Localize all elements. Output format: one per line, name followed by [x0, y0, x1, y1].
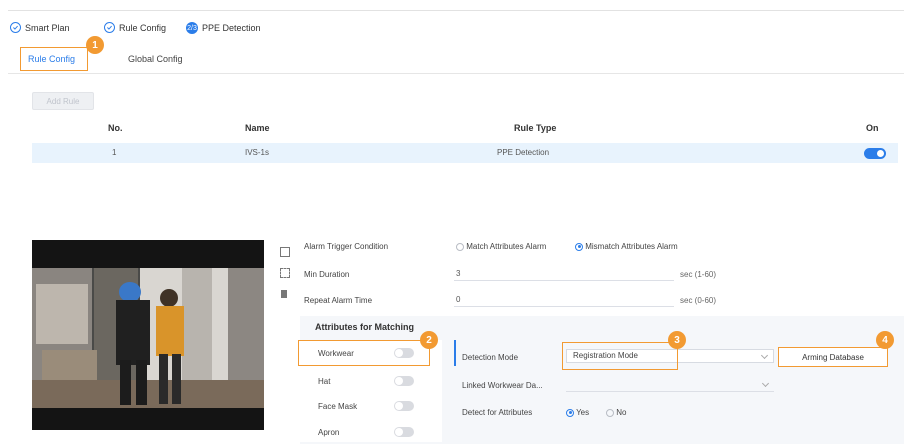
active-attribute-indicator: [454, 340, 456, 366]
tabs-divider: [8, 73, 904, 74]
min-duration-label: Min Duration: [304, 270, 350, 279]
hat-toggle[interactable]: [394, 376, 414, 386]
repeat-alarm-label: Repeat Alarm Time: [304, 296, 373, 305]
repeat-alarm-unit: sec (0-60): [680, 296, 717, 305]
attribute-label-apron: Apron: [318, 428, 340, 437]
detection-mode-label: Detection Mode: [462, 353, 519, 362]
delete-icon[interactable]: [281, 290, 287, 298]
row-name: IVS-1s: [245, 148, 270, 157]
alarm-option-mismatch[interactable]: Mismatch Attributes Alarm: [575, 242, 678, 251]
add-rule-button[interactable]: Add Rule: [32, 92, 94, 110]
callout-4: 4: [876, 331, 894, 349]
check-circle-icon: [104, 22, 115, 33]
step-number-badge: 2/3: [186, 22, 198, 34]
detect-option-label: No: [616, 408, 627, 417]
alarm-option-label: Mismatch Attributes Alarm: [585, 242, 678, 251]
alarm-option-match[interactable]: Match Attributes Alarm: [456, 242, 546, 251]
attributes-title: Attributes for Matching: [315, 322, 414, 332]
video-preview: [32, 240, 264, 430]
alarm-trigger-label: Alarm Trigger Condition: [304, 242, 389, 251]
col-header-on: On: [866, 123, 879, 133]
check-circle-icon: [10, 22, 21, 33]
attribute-label-workwear: Workwear: [318, 349, 354, 358]
step-label: Smart Plan: [25, 22, 70, 33]
col-header-name: Name: [245, 123, 270, 133]
step-ppe-detection: 2/3 PPE Detection: [186, 22, 261, 34]
linked-workwear-select[interactable]: [566, 378, 774, 392]
tab-rule-config[interactable]: Rule Config: [28, 54, 75, 64]
row-rule-type: PPE Detection: [497, 148, 550, 157]
step-label: PPE Detection: [202, 23, 261, 33]
rule-enable-toggle[interactable]: [864, 148, 886, 159]
tab-global-config[interactable]: Global Config: [128, 54, 183, 64]
callout-2: 2: [420, 331, 438, 349]
face-mask-toggle[interactable]: [394, 401, 414, 411]
attribute-label-face-mask: Face Mask: [318, 402, 358, 411]
table-row[interactable]: [32, 143, 898, 163]
row-no: 1: [112, 148, 117, 157]
draw-area-icon[interactable]: [280, 268, 290, 278]
fullscreen-icon[interactable]: [280, 247, 290, 257]
radio-no[interactable]: [606, 408, 614, 417]
radio-yes[interactable]: [566, 408, 574, 417]
detect-option-yes[interactable]: Yes: [566, 408, 589, 417]
attribute-label-hat: Hat: [318, 377, 331, 386]
chevron-down-icon: [760, 351, 769, 360]
radio-match[interactable]: [456, 242, 464, 251]
col-header-rule-type: Rule Type: [514, 123, 557, 133]
chevron-down-icon: [761, 379, 770, 388]
detect-option-no[interactable]: No: [606, 408, 626, 417]
radio-mismatch[interactable]: [575, 242, 583, 251]
linked-workwear-label: Linked Workwear Da...: [462, 381, 543, 390]
step-rule-config[interactable]: Rule Config: [104, 22, 166, 33]
repeat-alarm-input[interactable]: 0: [454, 294, 674, 307]
min-duration-input[interactable]: 3: [454, 268, 674, 281]
highlight-detection-mode: [562, 342, 678, 370]
video-frame-image: [32, 240, 264, 430]
min-duration-unit: sec (1-60): [680, 270, 717, 279]
step-label: Rule Config: [119, 22, 167, 33]
detect-option-label: Yes: [576, 408, 590, 417]
apron-toggle[interactable]: [394, 427, 414, 437]
detect-for-attributes-label: Detect for Attributes: [462, 408, 533, 417]
top-divider: [8, 10, 904, 11]
callout-1: 1: [86, 36, 104, 54]
alarm-option-label: Match Attributes Alarm: [466, 242, 547, 251]
arming-database-button[interactable]: Arming Database: [778, 347, 888, 367]
callout-3: 3: [668, 331, 686, 349]
workwear-toggle[interactable]: [394, 348, 414, 358]
step-smart-plan[interactable]: Smart Plan: [10, 22, 70, 33]
col-header-no: No.: [108, 123, 123, 133]
